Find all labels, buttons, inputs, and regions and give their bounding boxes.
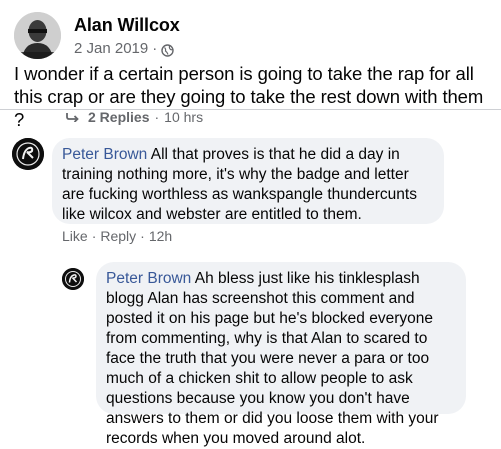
post-meta: Alan Willcox 2 Jan 2019 ·: [74, 14, 180, 59]
globe-icon: [161, 43, 174, 57]
replies-row[interactable]: 2 Replies · 10 hrs: [66, 108, 203, 126]
post-date[interactable]: 2 Jan 2019: [74, 39, 148, 59]
comment-bubble: Peter Brown All that proves is that he d…: [52, 138, 444, 224]
reply-comment-author[interactable]: Peter Brown: [106, 270, 191, 287]
meta-separator: ·: [152, 40, 158, 57]
replies-count[interactable]: 2 Replies: [88, 109, 149, 125]
post-date-row: 2 Jan 2019 ·: [74, 39, 180, 59]
replies-separator: ·: [154, 109, 160, 125]
reply-comment-bubble: Peter Brown Ah bless just like his tinkl…: [96, 262, 466, 447]
reply-comment-text: Ah bless just like his tinklesplash blog…: [106, 270, 439, 447]
comment-actions: Like · Reply · 12h: [62, 228, 172, 244]
replies-time: 10 hrs: [164, 109, 204, 125]
commenter-avatar[interactable]: [12, 138, 44, 170]
reply-arrow-icon: [66, 109, 80, 125]
post-header: Alan Willcox 2 Jan 2019 ·: [14, 12, 180, 59]
like-button[interactable]: Like: [62, 228, 88, 244]
reply-button[interactable]: Reply: [100, 228, 136, 244]
action-separator: ·: [91, 228, 97, 244]
post-author-name[interactable]: Alan Willcox: [74, 14, 180, 36]
comment-time[interactable]: 12h: [149, 228, 172, 244]
reply-commenter-avatar[interactable]: [62, 268, 84, 290]
author-avatar[interactable]: [14, 12, 61, 59]
action-separator: ·: [140, 228, 145, 244]
comment-author[interactable]: Peter Brown: [62, 146, 147, 163]
